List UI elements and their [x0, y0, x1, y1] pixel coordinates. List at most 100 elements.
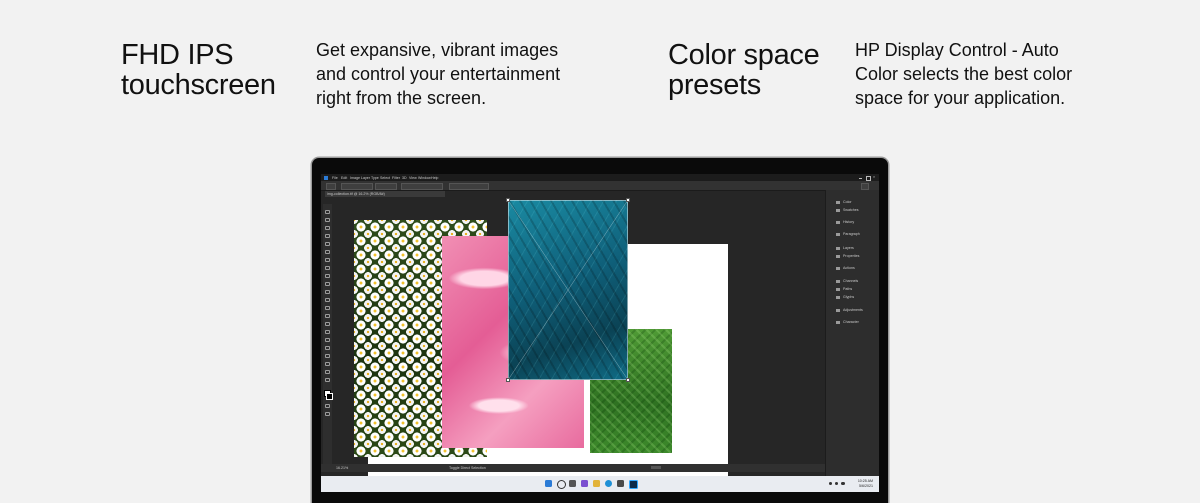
title-line: presets: [668, 69, 761, 101]
desc-line: and control your entertainment: [316, 64, 561, 84]
pen-tool-icon[interactable]: [325, 330, 330, 334]
panel-label: Actions: [843, 266, 855, 270]
panel-layers[interactable]: Layers: [836, 246, 854, 250]
menu-item-view[interactable]: View: [409, 176, 417, 180]
transform-handle[interactable]: [626, 378, 630, 382]
panel-actions[interactable]: Actions: [836, 266, 855, 270]
menu-item-edit[interactable]: Edit: [341, 176, 347, 180]
background-color-swatch[interactable]: [326, 393, 333, 400]
show-sampling-ring-checkbox[interactable]: [449, 183, 489, 190]
tools-panel: [323, 204, 333, 464]
panel-label: Paragraph: [843, 232, 860, 236]
desc-line: Color selects the best color: [855, 64, 1073, 84]
store-icon[interactable]: [617, 480, 624, 487]
clock-time: 10:25 AM: [857, 479, 873, 483]
panel-label: Properties: [843, 254, 860, 258]
minimize-icon[interactable]: [859, 177, 862, 179]
search-icon[interactable]: [861, 183, 869, 190]
panels-dock: Color Swatches History Paragraph Layers …: [825, 190, 879, 482]
task-view-icon[interactable]: [569, 480, 576, 487]
lasso-tool-icon[interactable]: [325, 226, 330, 230]
menu-item-help[interactable]: Help: [431, 176, 438, 180]
quick-mask-icon[interactable]: [325, 404, 330, 408]
battery-icon[interactable]: [841, 482, 845, 485]
title-line: Color space: [668, 39, 820, 71]
gradient-tool-icon[interactable]: [325, 306, 330, 310]
healing-brush-tool-icon[interactable]: [325, 266, 330, 270]
edit-toolbar-icon[interactable]: [325, 378, 330, 382]
sample-size-select[interactable]: [341, 183, 373, 190]
marquee-tool-icon[interactable]: [325, 218, 330, 222]
app-logo-icon: [324, 175, 328, 180]
chat-icon[interactable]: [581, 480, 588, 487]
panel-paths[interactable]: Paths: [836, 287, 852, 291]
panel-label: Channels: [843, 279, 859, 283]
panel-glyphs[interactable]: Glyphs: [836, 295, 854, 299]
clock-date: 5/6/2021: [859, 483, 873, 488]
desc-line: HP Display Control - Auto: [855, 40, 1059, 60]
status-bar: 16.21% Toggle Direct Selection: [321, 464, 825, 472]
transform-handle[interactable]: [506, 378, 510, 382]
blur-tool-icon[interactable]: [325, 314, 330, 318]
photoshop-icon[interactable]: [629, 480, 638, 489]
crop-tool-icon[interactable]: [325, 242, 330, 246]
hand-tool-icon[interactable]: [325, 362, 330, 366]
tool-preset-button[interactable]: [326, 183, 336, 190]
panel-label: Glyphs: [843, 295, 855, 299]
desc-line: right from the screen.: [316, 88, 487, 108]
frame-tool-icon[interactable]: [325, 250, 330, 254]
transform-handle[interactable]: [506, 198, 510, 202]
canvas-area[interactable]: [334, 198, 822, 483]
panel-properties[interactable]: Properties: [836, 254, 859, 258]
menu-item-layer[interactable]: Layer: [361, 176, 370, 180]
search-icon[interactable]: [557, 480, 566, 489]
panel-history[interactable]: History: [836, 220, 854, 224]
eyedropper-tool-icon[interactable]: [325, 258, 330, 262]
menu-item-file[interactable]: File: [332, 176, 338, 180]
wifi-icon[interactable]: [829, 482, 832, 485]
menu-item-image[interactable]: Image: [350, 176, 360, 180]
panel-character[interactable]: Character: [836, 320, 859, 324]
rectangle-tool-icon[interactable]: [325, 354, 330, 358]
clone-stamp-tool-icon[interactable]: [325, 282, 330, 286]
transform-handle[interactable]: [626, 198, 630, 202]
document-tab[interactable]: img-collection.tif @ 16.2% (RGB/8#): [325, 191, 445, 197]
horizontal-scrollbar[interactable]: [651, 466, 661, 469]
blue-feather-photo-layer[interactable]: [508, 200, 628, 380]
menu-item-filter[interactable]: Filter: [392, 176, 400, 180]
zoom-tool-icon[interactable]: [325, 370, 330, 374]
dodge-tool-icon[interactable]: [325, 322, 330, 326]
volume-icon[interactable]: [835, 482, 838, 485]
panel-channels[interactable]: Channels: [836, 279, 858, 283]
history-brush-tool-icon[interactable]: [325, 290, 330, 294]
zoom-level[interactable]: 16.21%: [336, 466, 348, 470]
panel-color[interactable]: Color: [836, 200, 852, 204]
panel-adjustments[interactable]: Adjustments: [836, 308, 863, 312]
panel-paragraph[interactable]: Paragraph: [836, 232, 860, 236]
layers-select[interactable]: [401, 183, 443, 190]
windows-taskbar: 10:25 AM 5/6/2021: [321, 476, 879, 492]
title-line: FHD IPS: [121, 39, 234, 71]
laptop-screen: File Edit Image Layer Type Select Filter…: [321, 174, 879, 492]
menu-item-3d[interactable]: 3D: [402, 176, 407, 180]
menu-item-window[interactable]: Window: [418, 176, 431, 180]
file-explorer-icon[interactable]: [593, 480, 600, 487]
screen-mode-icon[interactable]: [325, 412, 330, 416]
eraser-tool-icon[interactable]: [325, 298, 330, 302]
brush-tool-icon[interactable]: [325, 274, 330, 278]
path-selection-tool-icon[interactable]: [325, 346, 330, 350]
type-tool-icon[interactable]: [325, 338, 330, 342]
move-tool-icon[interactable]: [325, 210, 330, 214]
document-tab-label: img-collection.tif @ 16.2% (RGB/8#): [327, 192, 385, 196]
feature-desc-color-presets: HP Display Control - Auto Color selects …: [855, 38, 1115, 110]
taskbar-clock[interactable]: 10:25 AM 5/6/2021: [858, 479, 873, 488]
feature-title-color-presets: Color space presets: [668, 40, 848, 100]
quick-select-tool-icon[interactable]: [325, 234, 330, 238]
panel-swatches[interactable]: Swatches: [836, 208, 859, 212]
edge-browser-icon[interactable]: [605, 480, 612, 487]
start-icon[interactable]: [545, 480, 552, 487]
menu-item-select[interactable]: Select: [380, 176, 390, 180]
menu-item-type[interactable]: Type: [371, 176, 379, 180]
sample-select[interactable]: [375, 183, 397, 190]
close-icon[interactable]: ×: [873, 175, 875, 179]
